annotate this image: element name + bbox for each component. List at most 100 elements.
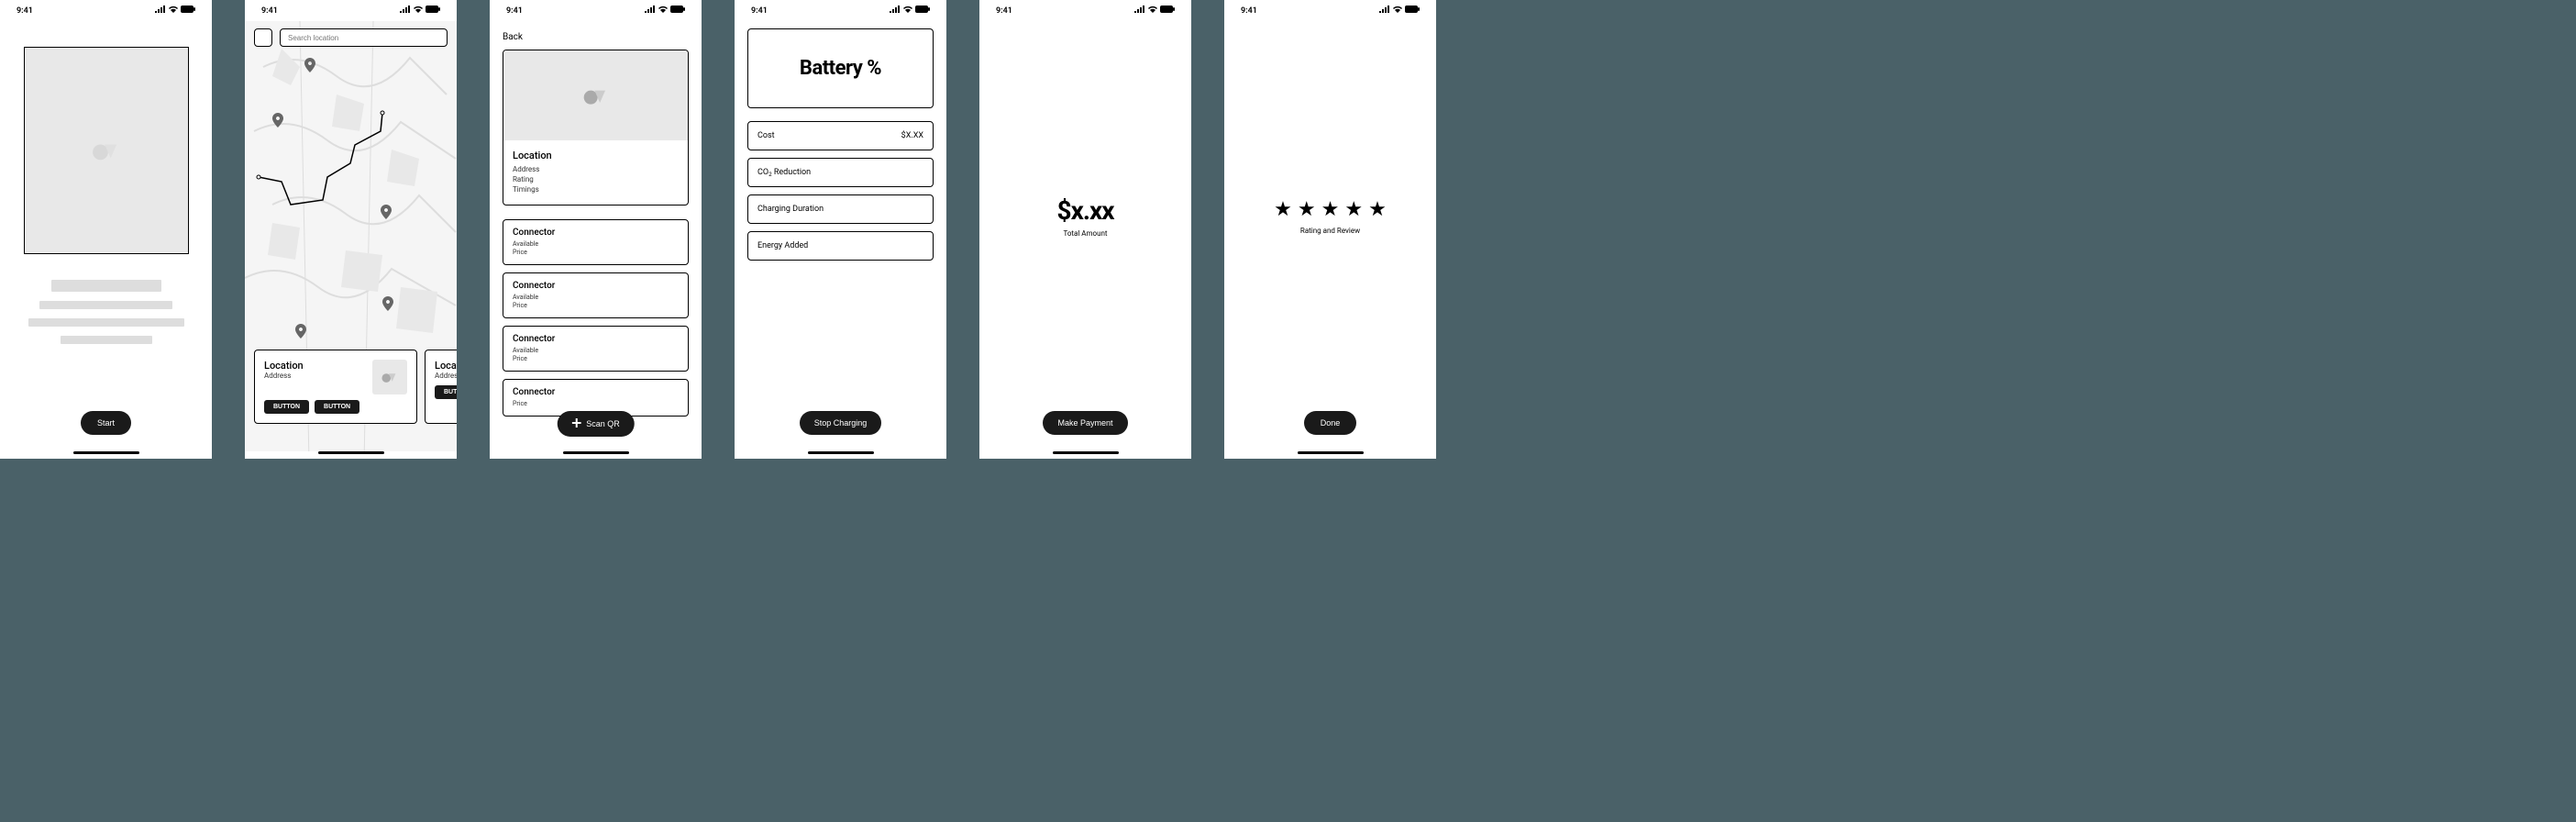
location-action-button[interactable]: BUTTON xyxy=(435,385,457,399)
status-icons xyxy=(1134,6,1175,16)
location-address: Address xyxy=(513,165,679,173)
connector-card[interactable]: Connector Available Price xyxy=(503,219,689,265)
cost-label: Cost xyxy=(757,131,775,140)
scan-qr-label: Scan QR xyxy=(586,419,620,428)
location-card[interactable]: Location Address BUTTON xyxy=(425,350,457,424)
duration-card: Charging Duration xyxy=(747,194,934,224)
status-bar: 9:41 xyxy=(979,0,1191,21)
battery-icon xyxy=(670,6,685,16)
done-button[interactable]: Done xyxy=(1304,411,1357,435)
search-input[interactable] xyxy=(280,28,448,47)
map-pin-icon[interactable] xyxy=(304,58,315,72)
connector-available: Available xyxy=(513,240,679,248)
location-card[interactable]: Location Address BUTTON BUTTON xyxy=(254,350,417,424)
connector-title: Connector xyxy=(513,228,679,238)
location-address: Address xyxy=(435,372,457,380)
wifi-icon xyxy=(658,6,668,16)
status-bar: 9:41 xyxy=(490,0,702,21)
battery-icon xyxy=(1160,6,1175,16)
wifi-icon xyxy=(903,6,912,16)
wifi-icon xyxy=(1148,6,1157,16)
filter-button[interactable] xyxy=(254,28,272,47)
location-detail-card: Location Address Rating Timings xyxy=(503,50,689,206)
charging-content: Battery % Cost $X.XX CO2 Reduction Charg… xyxy=(735,21,946,451)
status-icons xyxy=(155,6,195,16)
connector-price: Price xyxy=(513,249,679,256)
location-address: Address xyxy=(264,372,304,380)
hero-image-placeholder xyxy=(24,47,189,254)
screen-details: 9:41 Back Location Address Rating Timing… xyxy=(490,0,702,459)
map-pin-icon[interactable] xyxy=(382,296,393,311)
map-pin-icon[interactable] xyxy=(272,113,283,128)
star-icon[interactable]: ★ xyxy=(1344,198,1363,221)
location-title: Location xyxy=(264,360,304,372)
connector-card[interactable]: Connector Available Price xyxy=(503,326,689,372)
connector-available: Available xyxy=(513,347,679,354)
back-button[interactable]: Back xyxy=(503,21,689,50)
cost-card: Cost $X.XX xyxy=(747,121,934,150)
home-indicator[interactable] xyxy=(808,451,874,454)
skeleton-line xyxy=(61,336,152,344)
signal-icon xyxy=(1379,6,1390,16)
home-indicator[interactable] xyxy=(563,451,629,454)
duration-label: Charging Duration xyxy=(757,205,824,214)
star-icon[interactable]: ★ xyxy=(1368,198,1387,221)
battery-card: Battery % xyxy=(747,28,934,108)
home-indicator[interactable] xyxy=(1053,451,1119,454)
map-pin-icon[interactable] xyxy=(381,205,392,219)
make-payment-button[interactable]: Make Payment xyxy=(1043,411,1127,435)
connector-price: Price xyxy=(513,400,679,407)
signal-icon xyxy=(1134,6,1145,16)
home-indicator[interactable] xyxy=(73,451,139,454)
location-action-button[interactable]: BUTTON xyxy=(264,400,309,414)
location-name: Location xyxy=(513,150,679,161)
connector-title: Connector xyxy=(513,334,679,344)
status-bar: 9:41 xyxy=(0,0,212,21)
review-label: Rating and Review xyxy=(1300,227,1360,235)
skeleton-title xyxy=(51,280,161,292)
screen-payment: 9:41 $x.xx Total Amount Make Payment xyxy=(979,0,1191,459)
total-amount-label: Total Amount xyxy=(1063,229,1107,238)
location-rating: Rating xyxy=(513,175,679,183)
text-skeleton xyxy=(13,280,199,344)
stop-charging-button[interactable]: Stop Charging xyxy=(800,411,882,435)
status-time: 9:41 xyxy=(261,6,278,16)
signal-icon xyxy=(155,6,166,16)
location-cards[interactable]: Location Address BUTTON BUTTON Location xyxy=(254,350,457,424)
scan-qr-button[interactable]: Scan QR xyxy=(557,411,635,437)
screen-start: 9:41 Start xyxy=(0,0,212,459)
start-button[interactable]: Start xyxy=(81,411,131,435)
energy-card: Energy Added xyxy=(747,231,934,261)
battery-icon xyxy=(426,6,440,16)
status-time: 9:41 xyxy=(17,6,33,16)
status-time: 9:41 xyxy=(1241,6,1257,16)
star-icon[interactable]: ★ xyxy=(1321,198,1340,221)
connector-available: Available xyxy=(513,294,679,301)
status-bar: 9:41 xyxy=(1224,0,1436,21)
image-placeholder-icon xyxy=(89,138,124,163)
skeleton-line xyxy=(28,318,184,327)
start-content: Start xyxy=(0,21,212,451)
screen-map: 9:41 xyxy=(245,0,457,459)
star-icon[interactable]: ★ xyxy=(1274,198,1292,221)
connector-card[interactable]: Connector Available Price xyxy=(503,272,689,318)
total-amount: $x.xx xyxy=(1057,195,1114,226)
status-icons xyxy=(400,6,440,16)
wifi-icon xyxy=(1393,6,1402,16)
map-content: Location Address BUTTON BUTTON Location xyxy=(245,21,457,451)
battery-icon xyxy=(915,6,930,16)
battery-icon xyxy=(1405,6,1420,16)
battery-percentage: Battery % xyxy=(757,57,923,80)
status-time: 9:41 xyxy=(506,6,523,16)
location-action-button[interactable]: BUTTON xyxy=(315,400,359,414)
signal-icon xyxy=(890,6,901,16)
home-indicator[interactable] xyxy=(318,451,384,454)
home-indicator[interactable] xyxy=(1298,451,1364,454)
star-icon[interactable]: ★ xyxy=(1298,198,1316,221)
map-pin-icon[interactable] xyxy=(295,324,306,339)
search-row xyxy=(245,21,457,54)
wifi-icon xyxy=(414,6,423,16)
connector-title: Connector xyxy=(513,281,679,291)
status-bar: 9:41 xyxy=(735,0,946,21)
status-icons xyxy=(890,6,930,16)
